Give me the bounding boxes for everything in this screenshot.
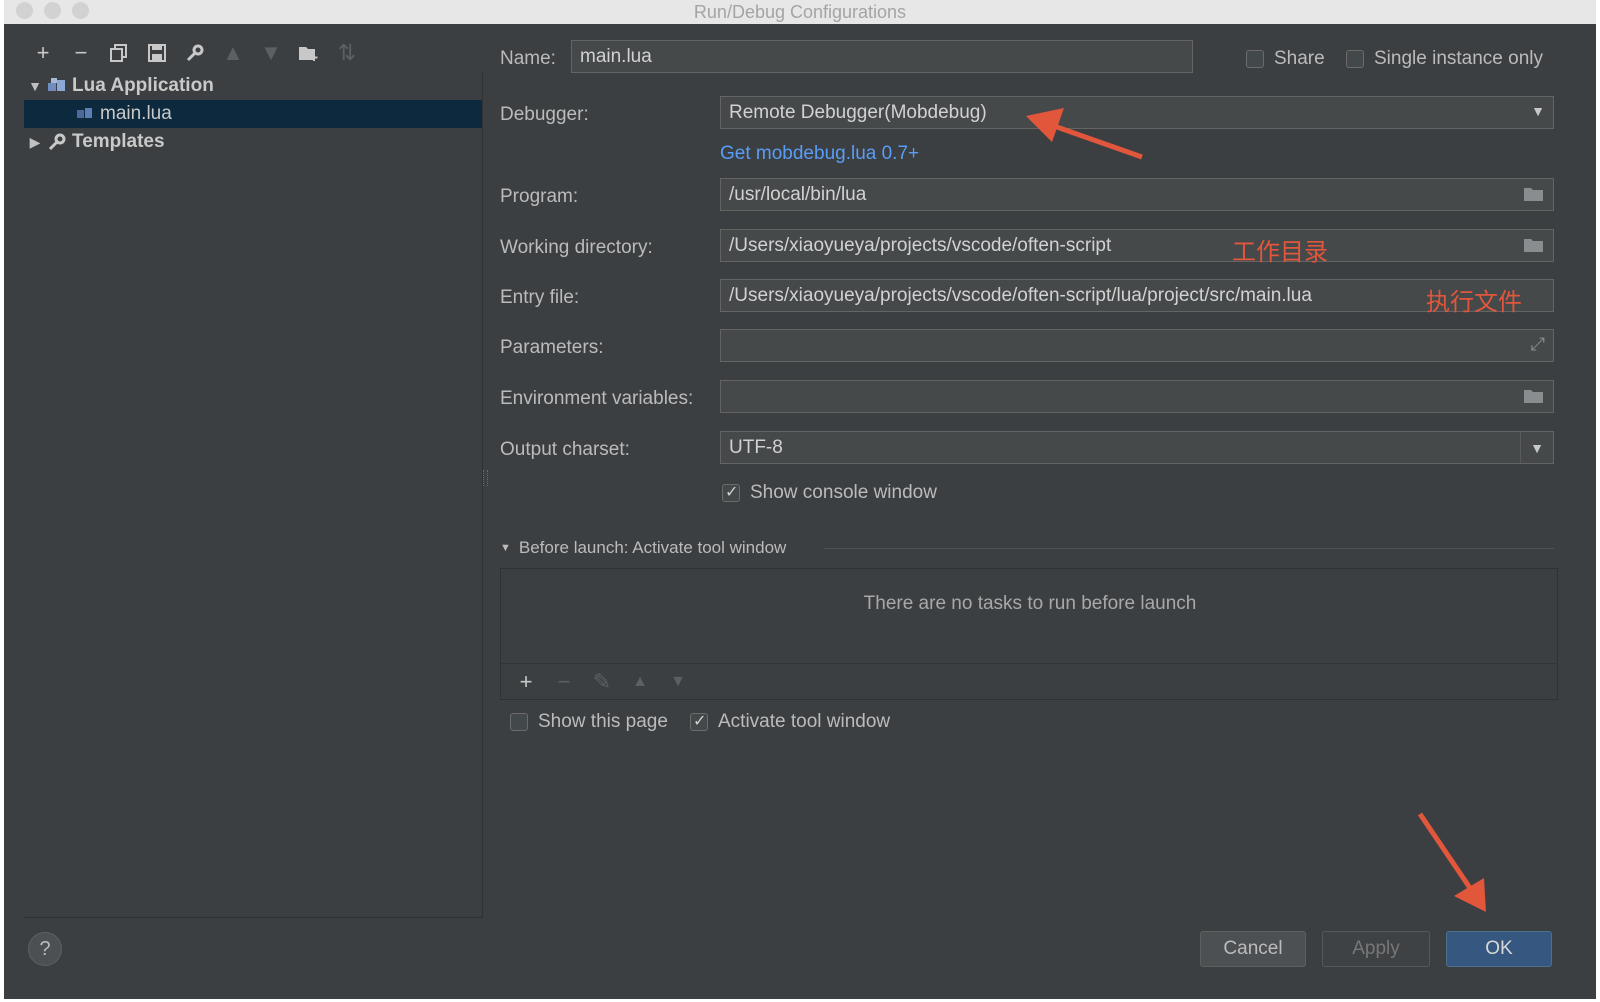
ok-button[interactable]: OK	[1446, 931, 1552, 967]
apply-button[interactable]: Apply	[1322, 931, 1430, 967]
cancel-button[interactable]: Cancel	[1200, 931, 1306, 967]
help-button[interactable]: ?	[28, 932, 62, 966]
ok-arrow-icon	[1417, 812, 1486, 912]
annotation-arrows	[1026, 108, 1486, 912]
debugger-arrow-icon	[1026, 108, 1143, 160]
run-debug-dialog: Run/Debug Configurations + − ▲ ▼ ⇅ ▼ Lua…	[4, 0, 1596, 999]
